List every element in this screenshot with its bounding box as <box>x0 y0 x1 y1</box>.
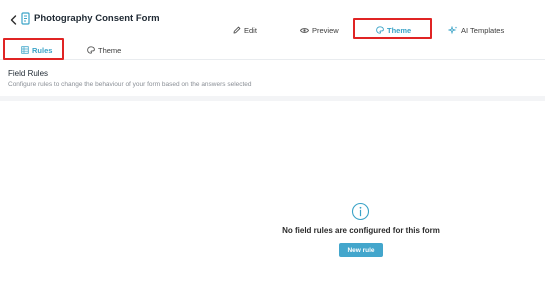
sub-navigation: Rules Theme <box>0 39 545 60</box>
empty-state-message: No field rules are configured for this f… <box>282 226 440 235</box>
eye-icon <box>300 27 309 33</box>
section-title: Field Rules <box>8 69 49 78</box>
subtab-rules-label: Rules <box>32 45 53 55</box>
form-icon <box>21 12 30 25</box>
field-rules-header: Field Rules Configure rules to change th… <box>0 60 545 96</box>
table-icon <box>21 46 29 54</box>
page-title: Photography Consent Form <box>34 13 160 24</box>
info-icon <box>351 202 370 221</box>
top-bar: Photography Consent Form Edit Preview Th… <box>0 0 545 40</box>
tab-theme-label: Theme <box>387 25 412 35</box>
tab-theme[interactable]: Theme <box>376 24 411 36</box>
tab-edit[interactable]: Edit <box>233 24 257 36</box>
tab-ai-templates-label: AI Templates <box>461 25 505 35</box>
palette-icon <box>376 26 384 34</box>
empty-state: No field rules are configured for this f… <box>271 200 451 260</box>
tab-preview-label: Preview <box>312 25 339 35</box>
section-divider <box>0 96 545 101</box>
palette-icon <box>87 46 95 54</box>
subtab-theme-label: Theme <box>98 45 122 55</box>
tab-preview[interactable]: Preview <box>300 24 339 36</box>
new-rule-button[interactable]: New rule <box>339 243 383 257</box>
subtab-rules[interactable]: Rules <box>21 44 52 56</box>
section-description: Configure rules to change the behaviour … <box>8 81 252 88</box>
sparkle-icon <box>448 25 458 34</box>
back-button[interactable] <box>7 13 19 27</box>
chevron-left-icon <box>10 15 16 25</box>
tab-ai-templates[interactable]: AI Templates <box>448 24 504 36</box>
tab-edit-label: Edit <box>244 25 257 35</box>
pencil-icon <box>233 26 241 34</box>
subtab-theme[interactable]: Theme <box>87 44 121 56</box>
